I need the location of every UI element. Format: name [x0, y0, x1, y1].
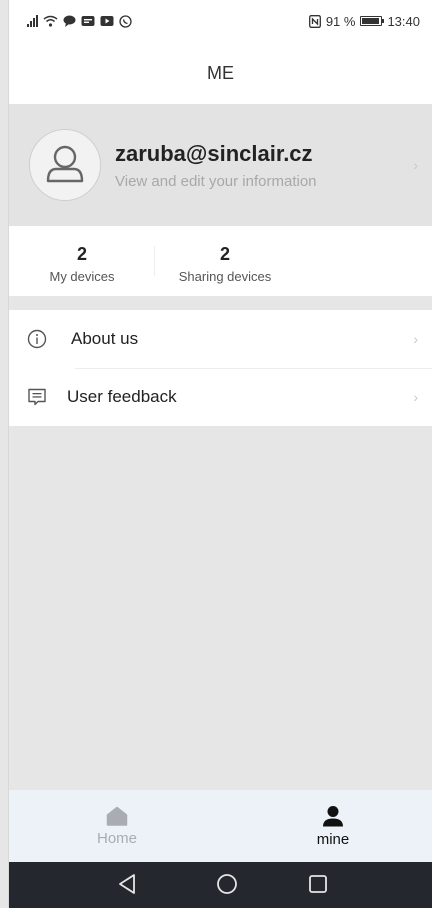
status-time: 13:40 [387, 13, 420, 29]
profile-email: zaruba@sinclair.cz [115, 140, 313, 166]
app-frame: 91 % 13:40 ME zaruba@sinclair.cz View an… [8, 0, 432, 908]
stat-label: My devices [49, 269, 115, 284]
info-icon [27, 329, 47, 349]
system-navigation-bar [9, 862, 432, 908]
whatsapp-icon [119, 14, 132, 28]
stat-divider [154, 246, 155, 276]
stat-value: 2 [76, 244, 87, 264]
menu-item-label: About us [71, 329, 139, 348]
signal-icon [27, 15, 38, 27]
page-title: ME [207, 62, 234, 83]
stat-value: 2 [219, 244, 230, 264]
menu-list: About us › User feedback › [9, 310, 432, 426]
tab-home[interactable]: Home [57, 790, 177, 862]
status-icons-right: 91 % 13:40 [308, 13, 420, 29]
page-header: ME [9, 42, 432, 104]
status-icons-left [27, 14, 132, 28]
tab-label: Home [96, 829, 137, 847]
feedback-icon [28, 388, 46, 406]
menu-item-user-feedback[interactable]: User feedback › [9, 368, 432, 426]
stat-my-devices[interactable]: 2 My devices [45, 244, 119, 284]
user-avatar-icon [46, 145, 84, 183]
home-icon [106, 806, 128, 826]
home-circle-icon[interactable] [215, 872, 239, 896]
battery-percent: 91 % [325, 13, 356, 29]
menu-item-about-us[interactable]: About us › [9, 310, 432, 368]
video-app-icon [100, 16, 114, 26]
person-icon [323, 805, 343, 826]
chevron-right-icon: › [413, 389, 418, 405]
nfc-icon [308, 14, 321, 28]
tab-mine[interactable]: mine [273, 790, 393, 862]
menu-item-label: User feedback [67, 387, 177, 406]
profile-card[interactable]: zaruba@sinclair.cz View and edit your in… [9, 104, 432, 226]
status-bar: 91 % 13:40 [9, 0, 432, 42]
stat-label: Sharing devices [178, 269, 272, 284]
profile-subtitle: View and edit your information [115, 172, 317, 190]
profile-text: zaruba@sinclair.cz View and edit your in… [115, 141, 317, 190]
wifi-icon [43, 15, 58, 27]
device-stats: 2 My devices 2 Sharing devices [9, 226, 432, 296]
recents-square-icon[interactable] [307, 872, 329, 896]
chevron-right-icon: › [413, 331, 418, 347]
message-app-icon [81, 16, 95, 26]
avatar [29, 129, 101, 201]
chevron-right-icon: › [413, 157, 418, 173]
stat-sharing-devices[interactable]: 2 Sharing devices [169, 244, 281, 284]
tab-label: mine [316, 830, 350, 848]
back-icon[interactable] [117, 872, 137, 896]
battery-icon [360, 16, 385, 26]
bottom-tab-bar: Home mine [9, 790, 432, 862]
chat-bubble-icon [63, 15, 76, 27]
